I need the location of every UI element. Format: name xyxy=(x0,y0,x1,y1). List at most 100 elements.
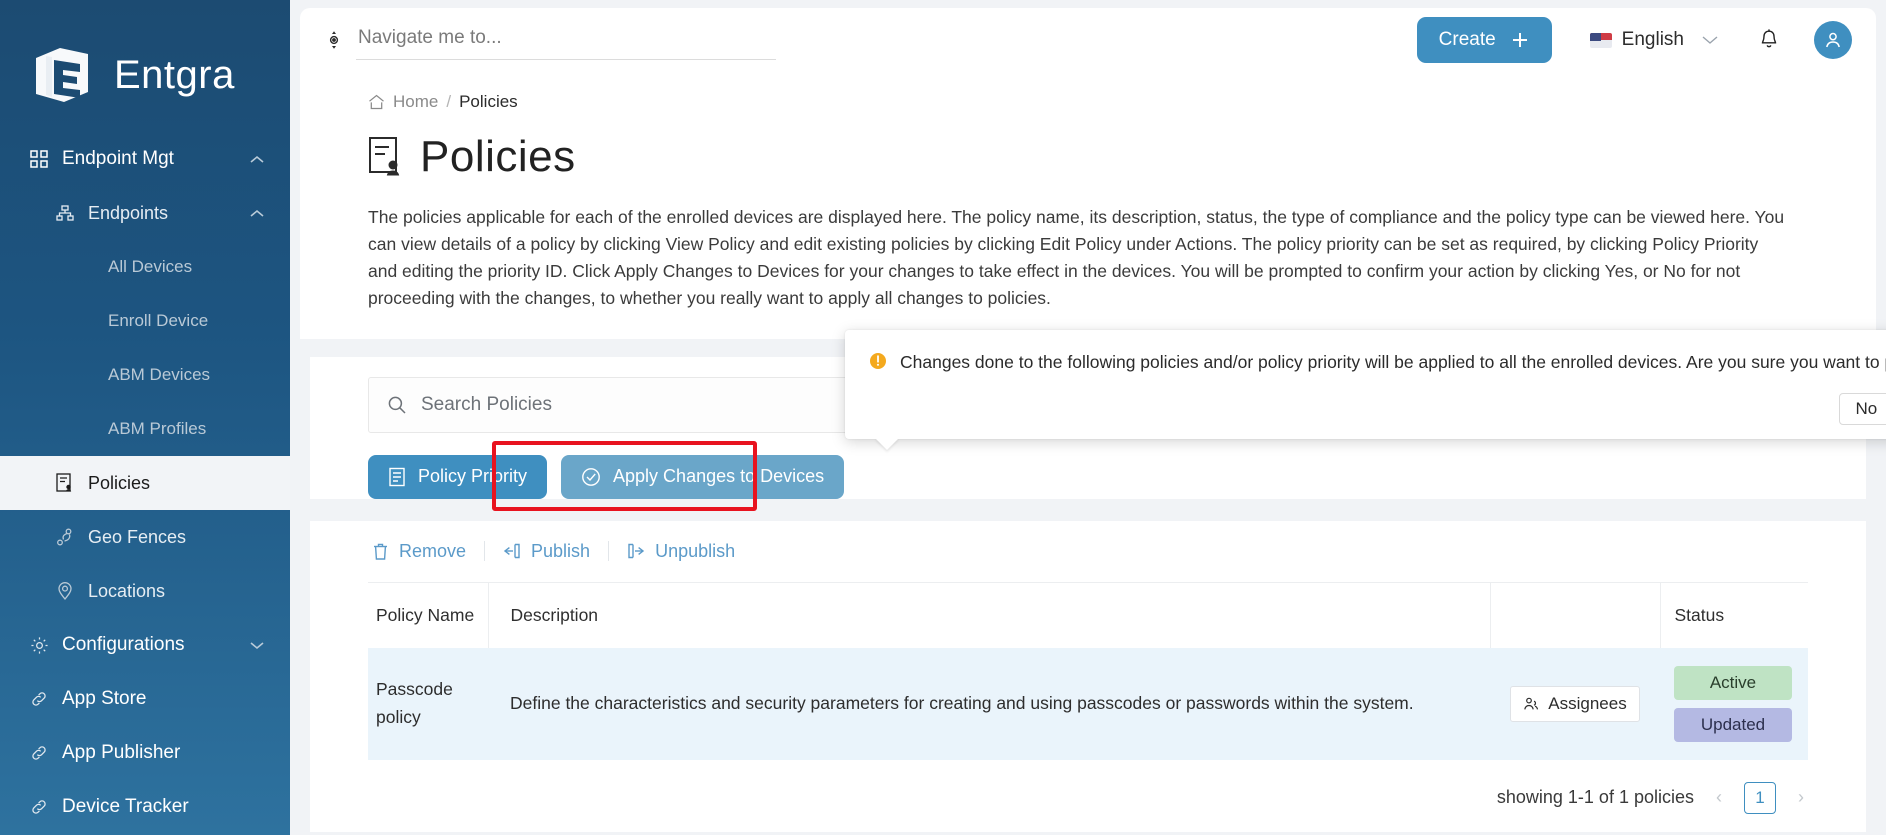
language-label: English xyxy=(1621,29,1684,50)
brand-name: Entgra xyxy=(114,52,235,97)
sidebar-item-label: Endpoint Mgt xyxy=(62,148,174,169)
check-circle-icon xyxy=(581,467,601,487)
sidebar-item-endpoint-mgt[interactable]: Endpoint Mgt xyxy=(0,132,290,186)
sidebar-item-label: App Store xyxy=(62,688,147,709)
list-doc-icon xyxy=(388,467,406,487)
sidebar-item-label: App Publisher xyxy=(62,742,181,763)
pagination: showing 1-1 of 1 policies ‹ 1 › xyxy=(368,760,1808,832)
sidebar-item-abm-devices[interactable]: ABM Devices xyxy=(0,348,290,402)
table-bulk-actions: Remove Publish Unpublish xyxy=(368,521,1808,583)
unpublish-icon xyxy=(627,542,645,560)
notification-bell-button[interactable] xyxy=(1758,28,1780,52)
plus-icon xyxy=(1510,30,1530,50)
sidebar-item-device-tracker[interactable]: Device Tracker xyxy=(0,780,290,834)
cell-actions: Assignees xyxy=(1490,647,1660,760)
table-head: Policy Name Description Status xyxy=(368,582,1808,648)
apply-changes-to-devices-button[interactable]: Apply Changes to Devices xyxy=(561,454,845,499)
cell-policy-name: Passcode policy xyxy=(368,647,488,760)
sidebar-item-label: Policies xyxy=(88,472,151,493)
sidebar-item-label: Configurations xyxy=(62,634,185,655)
sidebar-item-app-store[interactable]: App Store xyxy=(0,672,290,726)
table-row[interactable]: Passcode policy Define the characteristi… xyxy=(368,647,1808,760)
popover-no-button[interactable]: No xyxy=(1838,392,1886,425)
status-badge-active: Active xyxy=(1674,665,1792,700)
table-header-row: Policy Name Description Status xyxy=(368,582,1808,648)
create-button[interactable]: Create xyxy=(1416,17,1552,63)
chevron-down-icon xyxy=(1702,35,1718,45)
col-status: Status xyxy=(1659,582,1808,648)
page-content: Home / Policies Policies The policies ap… xyxy=(300,72,1876,832)
sidebar-item-policies[interactable]: Policies xyxy=(0,456,290,510)
sidebar-item-all-devices[interactable]: All Devices xyxy=(0,240,290,294)
popover-buttons: No Yes xyxy=(869,392,1886,425)
remove-action[interactable]: Remove xyxy=(368,541,484,562)
page-title-text: Policies xyxy=(420,132,576,181)
trash-icon xyxy=(372,542,389,561)
navigate-target-icon xyxy=(324,30,344,50)
sidebar-item-locations[interactable]: Locations xyxy=(0,564,290,618)
sidebar-item-configurations[interactable]: Configurations xyxy=(0,618,290,672)
breadcrumb-current: Policies xyxy=(459,92,518,111)
col-description: Description xyxy=(487,582,1490,648)
unpublish-action[interactable]: Unpublish xyxy=(609,541,753,562)
language-selector[interactable]: English xyxy=(1589,29,1718,51)
chevron-right-icon[interactable]: › xyxy=(1794,787,1808,808)
topbar: Create English xyxy=(300,8,1876,72)
search-icon xyxy=(387,395,407,415)
chevron-up-icon[interactable] xyxy=(250,209,264,218)
confirm-popover: Changes done to the following policies a… xyxy=(845,330,1886,439)
brand[interactable]: Entgra xyxy=(0,0,290,128)
status-badge-updated: Updated xyxy=(1674,707,1792,742)
link-icon xyxy=(26,690,52,708)
main-area: Create English xyxy=(290,0,1886,835)
sidebar-item-label: Endpoints xyxy=(88,202,169,223)
sidebar-item-abm-profiles[interactable]: ABM Profiles xyxy=(0,402,290,456)
sidebar-item-endpoints[interactable]: Endpoints xyxy=(0,186,290,240)
breadcrumb-home[interactable]: Home xyxy=(393,92,438,112)
app-root: Entgra Endpoint Mgt Endpoints All Device… xyxy=(0,0,1886,835)
sidebar-item-enroll-device[interactable]: Enroll Device xyxy=(0,294,290,348)
sidebar-item-label: Enroll Device xyxy=(108,311,209,330)
publish-icon xyxy=(503,542,521,560)
policies-action-row: Policy Priority Apply Changes to Devices xyxy=(368,440,1808,511)
assignees-label: Assignees xyxy=(1548,693,1627,713)
sidebar-item-geo-fences[interactable]: Geo Fences xyxy=(0,510,290,564)
col-actions xyxy=(1489,582,1660,648)
policy-priority-button[interactable]: Policy Priority xyxy=(368,454,548,499)
policy-page-icon xyxy=(368,136,404,178)
chevron-down-icon[interactable] xyxy=(250,641,264,650)
sidebar-nav: Endpoint Mgt Endpoints All Devices Enrol… xyxy=(0,128,290,834)
chevron-up-icon[interactable] xyxy=(250,155,264,164)
create-button-label: Create xyxy=(1438,29,1496,50)
policies-table-card: Remove Publish Unpublish Policy Name Des… xyxy=(310,520,1866,832)
publish-action-label: Publish xyxy=(531,540,591,561)
grid-icon xyxy=(26,150,52,168)
policy-icon xyxy=(52,473,78,493)
sidebar-item-label: ABM Profiles xyxy=(108,419,207,438)
geofence-icon xyxy=(52,528,78,546)
policies-table: Policy Name Description Status Passcode … xyxy=(368,582,1808,760)
page-number-1[interactable]: 1 xyxy=(1744,781,1776,814)
search-input[interactable] xyxy=(356,20,776,60)
avatar[interactable] xyxy=(1814,21,1852,59)
pagination-summary: showing 1-1 of 1 policies xyxy=(1496,787,1694,807)
assignees-button[interactable]: Assignees xyxy=(1510,685,1640,722)
breadcrumb-separator: / xyxy=(446,92,452,111)
sidebar-item-app-publisher[interactable]: App Publisher xyxy=(0,726,290,780)
chevron-left-icon[interactable]: ‹ xyxy=(1712,787,1726,808)
link-icon xyxy=(26,798,52,816)
sitemap-icon xyxy=(52,205,78,221)
navigate-search[interactable] xyxy=(324,20,804,60)
page-title: Policies xyxy=(368,132,1808,182)
unpublish-action-label: Unpublish xyxy=(655,540,736,561)
table-body: Passcode policy Define the characteristi… xyxy=(368,647,1808,760)
user-avatar-icon xyxy=(1823,30,1843,50)
page-header-card: Home / Policies Policies The policies ap… xyxy=(300,72,1876,339)
publish-action[interactable]: Publish xyxy=(485,541,608,562)
us-flag-icon xyxy=(1589,32,1612,48)
breadcrumb: Home / Policies xyxy=(368,92,1808,112)
link-icon xyxy=(26,744,52,762)
sidebar: Entgra Endpoint Mgt Endpoints All Device… xyxy=(0,0,290,835)
sidebar-item-label: All Devices xyxy=(108,257,193,276)
col-policy-name: Policy Name xyxy=(368,582,488,648)
